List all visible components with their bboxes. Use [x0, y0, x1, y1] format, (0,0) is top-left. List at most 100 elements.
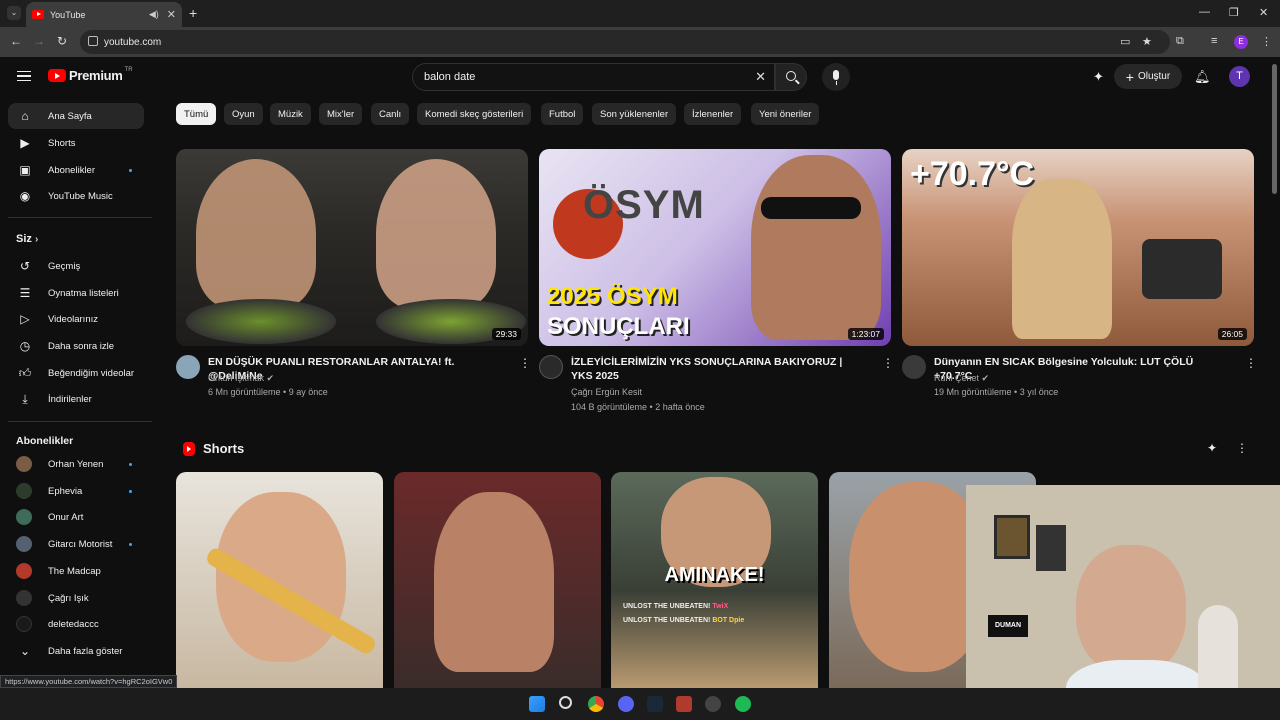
- channel-name[interactable]: Çağrı Ergün Kesit: [571, 387, 642, 397]
- clear-search-icon[interactable]: ✕: [755, 69, 766, 85]
- spotify-icon[interactable]: [735, 696, 751, 712]
- chip-watched[interactable]: İzlenenler: [684, 103, 742, 125]
- chip-recently-uploaded[interactable]: Son yüklenenler: [592, 103, 677, 125]
- chip-mixes[interactable]: Mix'ler: [319, 103, 363, 125]
- thumbnail-camera: [1142, 239, 1222, 299]
- sidebar-sub-channel[interactable]: The Madcap: [8, 558, 144, 584]
- sidebar-you-header[interactable]: Siz ›: [16, 233, 38, 245]
- channel-avatar[interactable]: [176, 355, 200, 379]
- short-thumbnail[interactable]: AMINAKE! UNLOST THE UNBEATEN! TwiX UNLOS…: [611, 472, 818, 688]
- video-title[interactable]: İZLEYİCİLERİMİZİN YKS SONUÇLARINA BAKIYO…: [571, 355, 861, 383]
- extensions-icon[interactable]: ⧉: [1176, 35, 1184, 48]
- search-button[interactable]: [775, 63, 807, 91]
- sidebar-item-history[interactable]: ↺ Geçmiş: [8, 253, 144, 279]
- chip-music[interactable]: Müzik: [270, 103, 311, 125]
- sidebar-sub-channel[interactable]: deletedaccc: [8, 611, 144, 637]
- sidebar-item-liked-videos[interactable]: 👍︎ Beğendiğim videolar: [8, 360, 144, 386]
- chevron-down-icon: ⌄: [19, 644, 31, 658]
- browser-menu-icon[interactable]: ⋮: [1261, 35, 1272, 48]
- sidebar-item-label: The Madcap: [48, 565, 101, 577]
- url-field[interactable]: youtube.com: [80, 30, 1170, 54]
- short-thumbnail[interactable]: [394, 472, 601, 688]
- sidebar-item-subscriptions[interactable]: ▣ Abonelikler: [8, 157, 144, 183]
- shorts-icon: ▶: [20, 136, 30, 150]
- restore-icon[interactable]: ❐: [1229, 6, 1239, 19]
- chip-football[interactable]: Futbol: [541, 103, 584, 125]
- sidebar-item-home[interactable]: ⌂ Ana Sayfa: [8, 103, 144, 129]
- sidebar-item-music[interactable]: ◉ YouTube Music: [8, 183, 144, 209]
- page-scrollbar[interactable]: [1272, 64, 1277, 194]
- minimize-icon[interactable]: —: [1199, 6, 1210, 18]
- chip-all[interactable]: Tümü: [176, 103, 217, 125]
- status-bar-url: https://www.youtube.com/watch?v=hgRC2oIG…: [0, 675, 178, 688]
- site-info-icon[interactable]: [88, 36, 98, 46]
- sidebar-item-playlists[interactable]: ☰ Oynatma listeleri: [8, 280, 144, 306]
- sidebar-item-watch-later[interactable]: ◷ Daha sonra izle: [8, 333, 144, 359]
- cast-connect-icon[interactable]: ✦: [1093, 69, 1104, 85]
- search-input[interactable]: balon date ✕: [412, 63, 775, 91]
- video-more-icon[interactable]: ⋮: [882, 356, 894, 370]
- thumbnail-person: [1012, 179, 1112, 339]
- sidebar-sub-channel[interactable]: Orhan Yenen: [8, 451, 144, 477]
- app-icon[interactable]: [676, 696, 692, 712]
- menu-icon[interactable]: [17, 71, 31, 81]
- sidebar-sub-channel[interactable]: Onur Art: [8, 504, 144, 530]
- shorts-more-icon[interactable]: ⋮: [1236, 441, 1248, 455]
- sidebar-sub-channel[interactable]: Ephevia: [8, 478, 144, 504]
- sidebar-show-more[interactable]: ⌄ Daha fazla göster: [8, 638, 144, 664]
- notifications-bell-icon[interactable]: 🔔︎: [1194, 69, 1211, 85]
- sidebar-item-label: Onur Art: [48, 511, 84, 523]
- forward-icon[interactable]: →: [33, 34, 45, 48]
- game-killfeed-text: UNLOST THE UNBEATEN! TwiX: [623, 603, 729, 610]
- channel-name[interactable]: Orkun Işıtmak ✔: [208, 373, 274, 384]
- channel-avatar: [16, 590, 32, 606]
- browser-profile-avatar[interactable]: E: [1234, 35, 1248, 49]
- discord-icon[interactable]: [618, 696, 634, 712]
- channel-avatar[interactable]: [902, 355, 926, 379]
- youtube-premium-logo[interactable]: Premium TR: [48, 67, 133, 83]
- close-tab-icon[interactable]: ✕: [167, 8, 176, 21]
- video-more-icon[interactable]: ⋮: [519, 356, 531, 370]
- video-thumbnail[interactable]: ÖSYM 2025 ÖSYM SONUÇLARI 1:23:07: [539, 149, 891, 346]
- browser-tab[interactable]: YouTube ◀) ✕: [26, 2, 182, 27]
- voice-search-button[interactable]: [822, 63, 850, 91]
- thumbnail-plate: [186, 299, 336, 344]
- windows-start-icon[interactable]: [529, 696, 545, 712]
- taskbar-search-icon[interactable]: [559, 696, 572, 709]
- app-icon[interactable]: [705, 696, 721, 712]
- sidebar-item-downloads[interactable]: ⤓ İndirilenler: [8, 386, 144, 412]
- channel-avatar[interactable]: [539, 355, 563, 379]
- sidebar-sub-channel[interactable]: Gitarcı Motorist: [8, 531, 144, 557]
- speaker-icon[interactable]: ◀): [149, 9, 159, 20]
- close-window-icon[interactable]: ✕: [1259, 6, 1268, 19]
- thumbnail-person: [376, 159, 496, 309]
- channel-avatar: [16, 536, 32, 552]
- account-avatar[interactable]: T: [1229, 66, 1250, 87]
- reload-icon[interactable]: ↻: [57, 34, 67, 48]
- sidebar-sub-channel[interactable]: Çağrı Işık: [8, 585, 144, 611]
- chip-gaming[interactable]: Oyun: [224, 103, 263, 125]
- sidebar-item-shorts[interactable]: ▶ Shorts: [8, 130, 144, 156]
- bookmark-star-icon[interactable]: ★: [1142, 35, 1152, 48]
- chip-new-to-you[interactable]: Yeni öneriler: [751, 103, 820, 125]
- chip-live[interactable]: Canlı: [371, 103, 410, 125]
- video-more-icon[interactable]: ⋮: [1245, 356, 1257, 370]
- chrome-icon[interactable]: [588, 696, 604, 712]
- create-button[interactable]: + Oluştur: [1114, 64, 1182, 89]
- short-thumbnail[interactable]: [176, 472, 383, 688]
- video-thumbnail[interactable]: +70.7°C 26:05: [902, 149, 1254, 346]
- new-tab-button[interactable]: +: [189, 5, 197, 21]
- channel-avatar: [16, 456, 32, 472]
- steam-icon[interactable]: [647, 696, 663, 712]
- chip-comedy[interactable]: Komedi skeç gösterileri: [417, 103, 532, 125]
- tab-list-icon[interactable]: ≡: [1211, 35, 1217, 47]
- shorts-feedback-icon[interactable]: ✦: [1207, 441, 1217, 455]
- channel-name[interactable]: Ruhi Çenet ✔: [934, 373, 989, 384]
- chevron-right-icon: ›: [34, 234, 39, 245]
- tab-search-button[interactable]: ⌄: [7, 6, 21, 20]
- sidebar-item-your-videos[interactable]: ▷ Videolarınız: [8, 306, 144, 332]
- cast-icon[interactable]: ▭: [1120, 35, 1130, 48]
- new-content-dot: [129, 490, 132, 493]
- video-thumbnail[interactable]: 29:33: [176, 149, 528, 346]
- back-icon[interactable]: ←: [10, 34, 22, 48]
